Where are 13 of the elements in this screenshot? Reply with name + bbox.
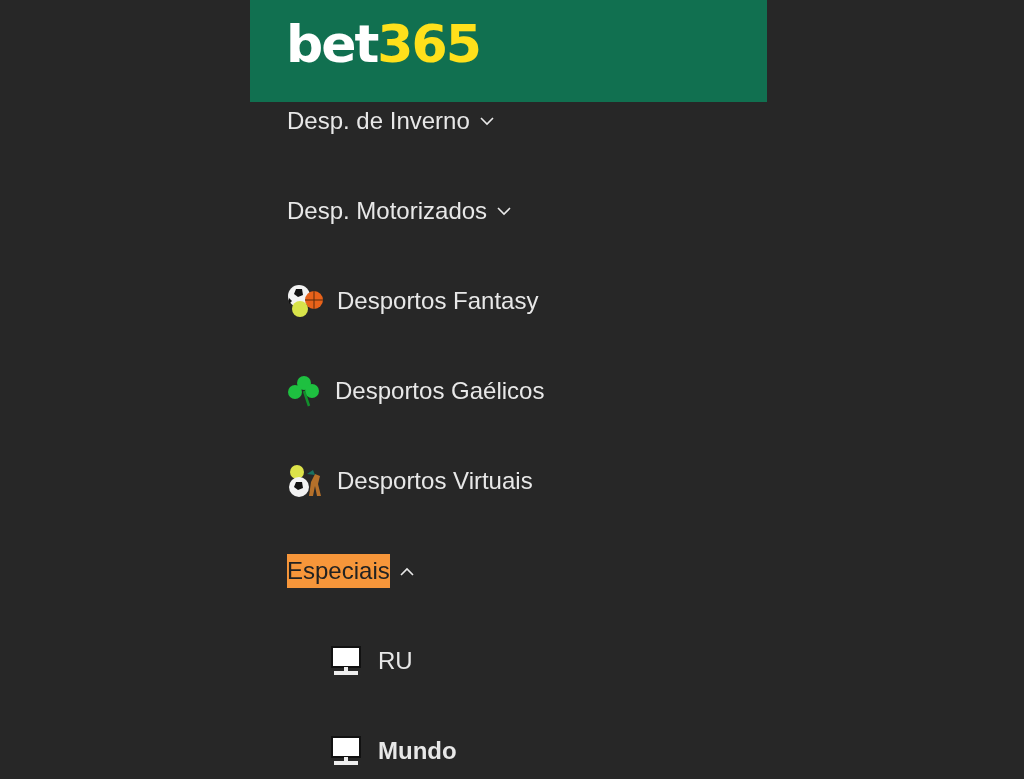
menu-item[interactable]: Desportos Virtuais [287,464,533,498]
sports-balls-icon [287,284,323,318]
shamrock-icon [287,375,321,407]
computer-icon [330,645,364,677]
menu-item[interactable]: Mundo [330,734,457,768]
sports-balls-icon [287,464,323,498]
logo[interactable]: bet365 [286,18,480,70]
menu-group[interactable]: Desp. Motorizados [287,194,512,228]
menu-item[interactable]: RU [330,644,413,678]
menu-item[interactable]: Desportos Gaélicos [287,374,545,408]
menu-group[interactable]: Desp. de Inverno [287,104,494,138]
computer-icon [330,735,364,767]
menu-item[interactable]: Desportos Fantasy [287,284,539,318]
